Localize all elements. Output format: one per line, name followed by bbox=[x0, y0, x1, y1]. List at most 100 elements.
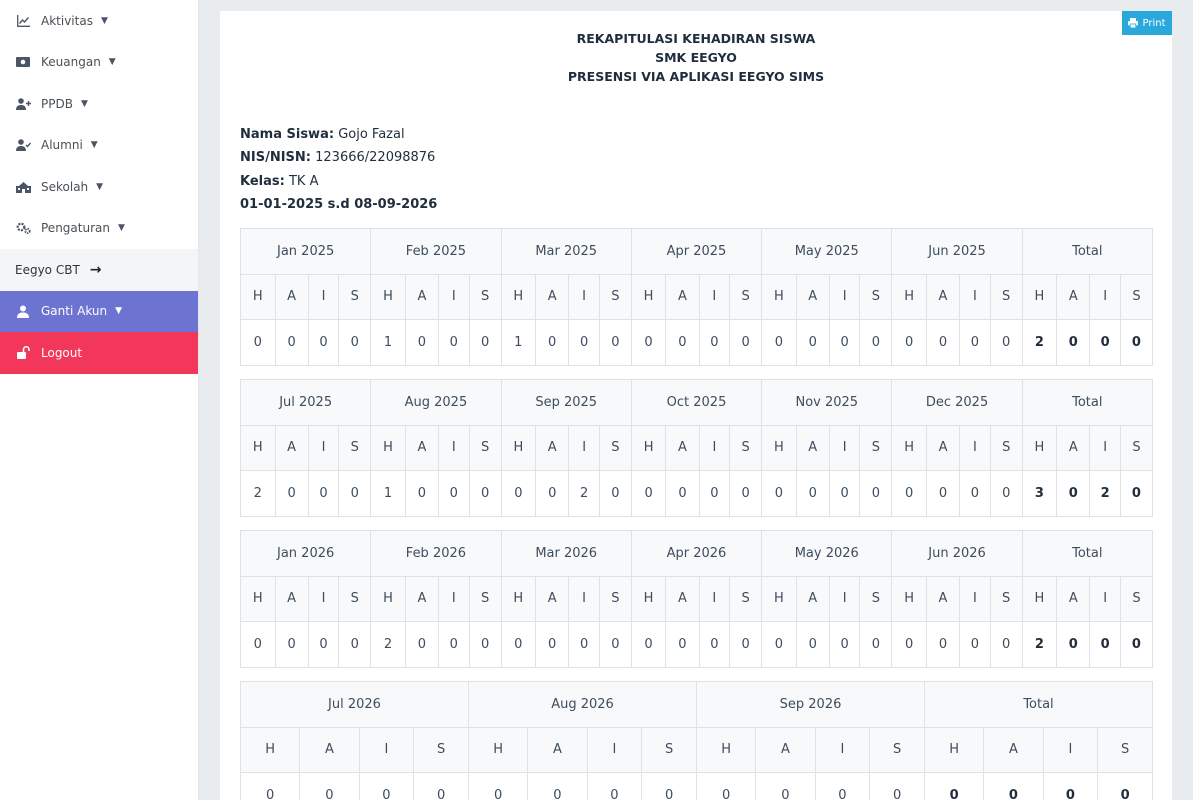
attendance-count: 0 bbox=[307, 621, 340, 668]
attendance-count: 0 bbox=[828, 621, 861, 668]
status-code-header: A bbox=[404, 273, 440, 320]
attendance-count: 0 bbox=[761, 470, 797, 517]
attendance-count: 1 bbox=[500, 319, 537, 366]
status-code-header: H bbox=[500, 575, 537, 622]
status-code-header: H bbox=[696, 726, 757, 773]
status-code-header: S bbox=[468, 424, 502, 471]
month-header: Mar 2025 bbox=[500, 228, 632, 275]
attendance-count: 0 bbox=[598, 470, 632, 517]
attendance-count: 2 bbox=[240, 470, 276, 517]
status-code-header: A bbox=[665, 424, 700, 471]
status-code-header: H bbox=[891, 424, 927, 471]
total-header: Total bbox=[1021, 530, 1153, 577]
attendance-count: 2 bbox=[370, 621, 406, 668]
status-code-header: S bbox=[468, 575, 502, 622]
attendance-count: 0 bbox=[891, 470, 927, 517]
attendance-count: 0 bbox=[814, 772, 871, 800]
chart-line-icon bbox=[15, 13, 31, 29]
status-code-header: H bbox=[370, 273, 406, 320]
sidebar-item-ppdb[interactable]: PPDB ▼ bbox=[0, 83, 198, 125]
attendance-table: Jan 2025 Feb 2025 Mar 2025 Apr 2025 May 2025… bbox=[239, 228, 1153, 366]
sidebar-item-eegyo-cbt[interactable]: Eegyo CBT → bbox=[0, 249, 198, 291]
attendance-count: 0 bbox=[891, 621, 927, 668]
printer-icon bbox=[1128, 18, 1139, 28]
status-code-header: A bbox=[274, 424, 309, 471]
sidebar-item-pengaturan[interactable]: Pengaturan ▼ bbox=[0, 208, 198, 250]
status-code-header: I bbox=[959, 273, 991, 320]
status-code-header: H bbox=[924, 726, 985, 773]
status-code-header: A bbox=[795, 424, 830, 471]
total-count: 3 bbox=[1021, 470, 1058, 517]
status-code-header: S bbox=[729, 273, 763, 320]
attendance-count: 0 bbox=[307, 470, 340, 517]
attendance-count: 0 bbox=[468, 319, 502, 366]
print-button[interactable]: Print bbox=[1122, 11, 1172, 35]
status-code-header: S bbox=[641, 726, 698, 773]
status-code-header: H bbox=[630, 575, 667, 622]
status-code-header: S bbox=[859, 575, 893, 622]
print-label: Print bbox=[1142, 17, 1166, 29]
attendance-count: 0 bbox=[729, 621, 763, 668]
attendance-count: 0 bbox=[925, 621, 961, 668]
status-code-header: I bbox=[586, 726, 643, 773]
status-code-header: H bbox=[240, 424, 276, 471]
status-code-header: H bbox=[630, 273, 667, 320]
total-count: 0 bbox=[1056, 470, 1091, 517]
status-code-header: S bbox=[1120, 273, 1153, 320]
student-nis: NIS/NISN: 123666/22098876 bbox=[240, 150, 436, 165]
status-code-header: I bbox=[438, 575, 470, 622]
status-code-header: S bbox=[413, 726, 469, 773]
attendance-count: 0 bbox=[828, 319, 861, 366]
attendance-count: 2 bbox=[568, 470, 600, 517]
status-code-header: S bbox=[859, 424, 893, 471]
status-code-header: I bbox=[568, 273, 600, 320]
status-code-header: H bbox=[761, 424, 797, 471]
status-code-header: A bbox=[404, 575, 440, 622]
sidebar-item-label: Ganti Akun bbox=[41, 304, 108, 319]
attendance-count: 0 bbox=[828, 470, 861, 517]
report-title-3: PRESENSI VIA APLIKASI EEGYO SIMS bbox=[567, 69, 825, 84]
school-icon bbox=[15, 179, 31, 195]
attendance-count: 0 bbox=[239, 772, 301, 800]
student-name: Nama Siswa: Gojo Fazal bbox=[240, 127, 405, 142]
status-code-header: A bbox=[925, 424, 961, 471]
status-code-header: S bbox=[598, 424, 632, 471]
sidebar-item-sekolah[interactable]: Sekolah ▼ bbox=[0, 166, 198, 208]
month-header: Dec 2025 bbox=[891, 379, 1023, 426]
cogs-icon bbox=[15, 220, 31, 236]
status-code-header: I bbox=[828, 424, 861, 471]
money-bill-icon bbox=[15, 54, 31, 70]
attendance-count: 0 bbox=[468, 621, 502, 668]
sidebar-item-alumni[interactable]: Alumni ▼ bbox=[0, 125, 198, 167]
attendance-count: 0 bbox=[535, 319, 570, 366]
sidebar-item-label: Eegyo CBT bbox=[15, 262, 80, 277]
total-header: Total bbox=[1021, 379, 1153, 426]
status-code-header: H bbox=[891, 273, 927, 320]
sidebar-item-keuangan[interactable]: Keuangan ▼ bbox=[0, 42, 198, 84]
attendance-count: 1 bbox=[370, 319, 406, 366]
attendance-count: 0 bbox=[274, 470, 309, 517]
status-code-header: I bbox=[307, 424, 340, 471]
total-count: 2 bbox=[1089, 470, 1121, 517]
sidebar-item-aktivitas[interactable]: Aktivitas ▼ bbox=[0, 0, 198, 42]
month-header: Sep 2025 bbox=[500, 379, 632, 426]
status-code-header: A bbox=[665, 273, 700, 320]
status-code-header: I bbox=[307, 575, 340, 622]
month-header: Mar 2026 bbox=[500, 530, 632, 577]
sidebar-item-logout[interactable]: Logout bbox=[0, 332, 198, 374]
report-period: 01-01-2025 s.d 08-09-2026 bbox=[240, 197, 438, 212]
sidebar-item-ganti-akun[interactable]: Ganti Akun ▼ bbox=[0, 290, 198, 332]
month-header: Apr 2025 bbox=[630, 228, 763, 275]
attendance-count: 0 bbox=[925, 319, 961, 366]
status-code-header: H bbox=[370, 424, 406, 471]
attendance-count: 0 bbox=[989, 470, 1023, 517]
unlock-icon bbox=[15, 345, 31, 361]
attendance-count: 0 bbox=[274, 319, 309, 366]
user-check-icon bbox=[15, 137, 31, 153]
total-header: Total bbox=[1021, 228, 1153, 275]
status-code-header: S bbox=[989, 424, 1023, 471]
status-code-header: H bbox=[761, 273, 797, 320]
sidebar-item-label: Alumni bbox=[41, 138, 83, 153]
attendance-count: 0 bbox=[274, 621, 309, 668]
attendance-count: 0 bbox=[598, 621, 632, 668]
